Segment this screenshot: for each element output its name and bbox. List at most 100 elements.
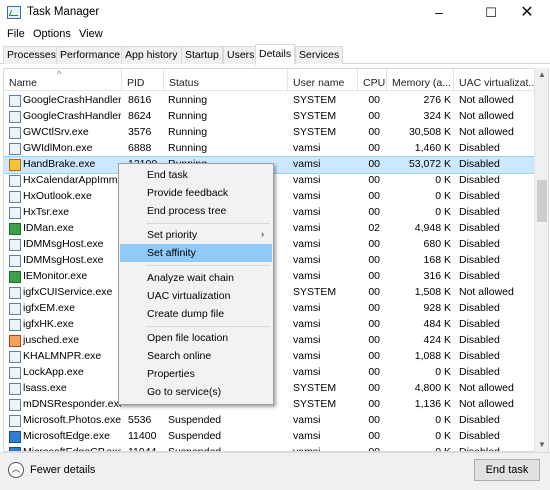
menu-item-end-task[interactable]: End task — [120, 166, 272, 184]
cell-uac: Disabled — [459, 318, 500, 330]
vertical-scrollbar[interactable]: ▲ ▼ — [534, 68, 548, 452]
menu-item-label: Properties — [147, 368, 195, 380]
cell-uac: Disabled — [459, 366, 500, 378]
column-header-user-name[interactable]: User name — [288, 69, 358, 91]
cell-user: vamsi — [293, 174, 321, 186]
cell-mem: 0 K — [435, 414, 451, 426]
cell-uac: Disabled — [459, 238, 500, 250]
tab-services[interactable]: Services — [295, 46, 344, 64]
cell-cpu: 00 — [368, 414, 380, 426]
minimize-button[interactable]: – — [416, 0, 462, 26]
context-menu: End task Provide feedback End process tr… — [118, 163, 274, 405]
chevron-up-icon[interactable]: ︿ — [8, 462, 24, 478]
cell-user: vamsi — [293, 142, 321, 154]
cell-mem: 1,460 K — [414, 142, 451, 154]
cell-uac: Disabled — [459, 270, 500, 282]
scrollbar-thumb[interactable] — [537, 180, 547, 222]
process-icon — [9, 207, 21, 219]
column-header-name[interactable]: Name — [4, 69, 122, 91]
idm-icon — [9, 271, 21, 283]
column-header-uac[interactable]: UAC virtualizat... — [454, 69, 536, 91]
table-row[interactable]: MicrosoftEdgeCP.exe 11944 Suspended vamsi 00… — [4, 445, 536, 451]
process-icon — [9, 303, 21, 315]
column-header-memory[interactable]: Memory (a... — [387, 69, 454, 91]
window-title: Task Manager — [27, 6, 100, 18]
close-button[interactable]: ✕ — [504, 0, 550, 26]
column-header-cpu[interactable]: CPU — [358, 69, 387, 91]
cell-name: Microsoft.Photos.exe — [23, 414, 121, 426]
cell-mem: 53,072 K — [408, 158, 451, 170]
cell-name: IDMMsgHost.exe — [23, 254, 104, 266]
process-icon — [9, 287, 21, 299]
table-row[interactable]: Microsoft.Photos.exe 5536 Suspended vamsi 00… — [4, 413, 536, 429]
menu-file[interactable]: File — [7, 28, 25, 40]
cell-status: Running — [168, 126, 208, 138]
edge-icon — [9, 431, 21, 443]
cell-name: HxTsr.exe — [23, 206, 70, 218]
cell-cpu: 00 — [368, 382, 380, 394]
cell-uac: Disabled — [459, 190, 500, 202]
cell-cpu: 00 — [368, 254, 380, 266]
scroll-down-arrow-icon[interactable]: ▼ — [535, 438, 549, 452]
cell-user: SYSTEM — [293, 94, 337, 106]
cell-cpu: 00 — [368, 286, 380, 298]
fewer-details-link[interactable]: Fewer details — [30, 464, 95, 476]
cell-mem: 1,088 K — [414, 350, 451, 362]
cell-user: SYSTEM — [293, 126, 337, 138]
menu-item-go-to-services[interactable]: Go to service(s) — [120, 383, 272, 401]
tab-app-history[interactable]: App history — [121, 46, 182, 64]
menu-item-analyze-wait-chain[interactable]: Analyze wait chain — [120, 269, 272, 287]
table-row[interactable]: GWIdlMon.exe 6888 Running vamsi 00 1,460 K Dis… — [4, 141, 536, 157]
tab-users[interactable]: Users — [223, 46, 259, 64]
tab-startup[interactable]: Startup — [181, 46, 223, 64]
tab-performance[interactable]: Performance — [56, 46, 125, 64]
menu-item-end-process-tree[interactable]: End process tree — [120, 202, 272, 220]
cell-cpu: 00 — [368, 238, 380, 250]
cell-status: Running — [168, 110, 208, 122]
cell-mem: 0 K — [435, 366, 451, 378]
process-icon — [9, 415, 21, 427]
cell-mem: 0 K — [435, 206, 451, 218]
cell-mem: 1,508 K — [414, 286, 451, 298]
tab-processes[interactable]: Processes — [3, 46, 61, 64]
cell-mem: 316 K — [423, 270, 451, 282]
cell-name: IDMan.exe — [23, 222, 74, 234]
cell-uac: Not allowed — [459, 382, 514, 394]
cell-user: vamsi — [293, 158, 321, 170]
column-header-pid[interactable]: PID — [122, 69, 164, 91]
menu-item-label: End process tree — [147, 205, 227, 217]
cell-user: vamsi — [293, 190, 321, 202]
cell-pid: 6888 — [128, 142, 152, 154]
menu-item-create-dump-file[interactable]: Create dump file — [120, 305, 272, 323]
cell-user: vamsi — [293, 318, 321, 330]
scroll-up-arrow-icon[interactable]: ▲ — [535, 68, 549, 82]
table-row[interactable]: MicrosoftEdge.exe 11400 Suspended vamsi 00 0 … — [4, 429, 536, 445]
cell-mem: 4,800 K — [414, 382, 451, 394]
menu-item-set-affinity[interactable]: Set affinity — [120, 244, 272, 262]
cell-cpu: 00 — [368, 142, 380, 154]
table-row[interactable]: GoogleCrashHandler... 8624 Running SYSTEM 00… — [4, 109, 536, 125]
column-header-status[interactable]: Status — [164, 69, 288, 91]
table-row[interactable]: GWCtlSrv.exe 3576 Running SYSTEM 00 30,508 K N… — [4, 125, 536, 141]
menu-item-properties[interactable]: Properties — [120, 365, 272, 383]
cell-uac: Not allowed — [459, 398, 514, 410]
menu-item-set-priority[interactable]: Set priority › — [120, 226, 272, 244]
menu-item-open-file-location[interactable]: Open file location — [120, 329, 272, 347]
end-task-button[interactable]: End task — [474, 459, 540, 481]
details-table: ^ Name PID Status User name CPU Memory (… — [3, 68, 549, 452]
menu-item-search-online[interactable]: Search online — [120, 347, 272, 365]
menu-item-uac-virtualization[interactable]: UAC virtualization — [120, 287, 272, 305]
cell-status: Suspended — [168, 430, 222, 442]
table-header: ^ Name PID Status User name CPU Memory (… — [4, 69, 536, 91]
cell-uac: Disabled — [459, 206, 500, 218]
tab-details[interactable]: Details — [255, 44, 296, 65]
cell-mem: 4,948 K — [414, 222, 451, 234]
menu-options[interactable]: Options — [33, 28, 71, 40]
menu-view[interactable]: View — [79, 28, 103, 40]
menu-item-label: Set priority — [147, 229, 198, 241]
cell-uac: Not allowed — [459, 126, 514, 138]
table-row[interactable]: GoogleCrashHandler... 8616 Running SYSTEM 00… — [4, 93, 536, 109]
cell-mem: 276 K — [423, 94, 451, 106]
cell-pid: 3576 — [128, 126, 152, 138]
menu-item-provide-feedback[interactable]: Provide feedback — [120, 184, 272, 202]
